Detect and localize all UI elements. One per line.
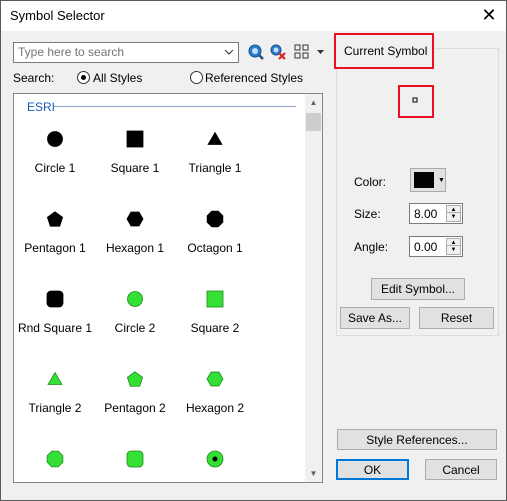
pentagon-symbol-icon (126, 371, 144, 387)
close-icon[interactable]: ✕ (478, 4, 500, 26)
search-scope-label: Search: (13, 71, 55, 85)
symbol-list[interactable]: ESRI Circle 1 Square 1 Triangle 1 Pentagon … (13, 93, 323, 483)
octagon-symbol-icon (206, 210, 224, 228)
circle-symbol-icon (127, 291, 143, 307)
symbol-item[interactable]: Circle 2 (95, 289, 175, 335)
size-value[interactable]: 8.00 (414, 207, 437, 221)
ok-button[interactable]: OK (336, 459, 409, 480)
roundsquare-symbol-icon (126, 450, 144, 468)
all-styles-radio[interactable] (77, 71, 90, 84)
symbol-item[interactable] (175, 449, 255, 469)
roundsquare-symbol-icon (46, 290, 64, 308)
current-symbol-title: Current Symbol (344, 44, 428, 58)
symbol-item[interactable] (15, 449, 95, 469)
size-stepper[interactable]: 8.00 ▲ ▼ (409, 203, 463, 224)
symbol-item[interactable]: Square 1 (95, 129, 175, 175)
color-swatch (414, 172, 434, 188)
circledot-symbol-icon (206, 450, 224, 468)
hexagon-symbol-icon (126, 211, 144, 227)
angle-stepper[interactable]: 0.00 ▲ ▼ (409, 236, 463, 257)
vertical-scrollbar[interactable]: ▲ ▼ (305, 94, 322, 482)
referenced-styles-label[interactable]: Referenced Styles (205, 71, 303, 85)
hexagon-symbol-icon (206, 371, 224, 387)
angle-label: Angle: (354, 240, 389, 254)
preview-symbol-icon (412, 97, 418, 103)
symbol-name: Triangle 1 (188, 161, 242, 175)
symbol-name: Square 1 (110, 161, 160, 175)
symbol-name: Rnd Square 1 (17, 321, 93, 335)
window-title: Symbol Selector (10, 8, 105, 23)
symbol-item[interactable]: Circle 1 (15, 129, 95, 175)
symbol-item[interactable]: Octagon 1 (175, 209, 255, 255)
octagon-symbol-icon (46, 450, 64, 468)
angle-value[interactable]: 0.00 (414, 240, 437, 254)
referenced-styles-radio[interactable] (190, 71, 203, 84)
symbol-item[interactable]: Rnd Square 1 (15, 289, 95, 335)
symbol-name: Circle 1 (34, 161, 76, 175)
category-header: ESRI (27, 100, 56, 114)
edit-symbol-button[interactable]: Edit Symbol... (371, 278, 465, 300)
scroll-down-icon[interactable]: ▼ (305, 465, 322, 482)
chevron-down-icon: ▼ (438, 177, 445, 184)
symbol-name: Octagon 1 (187, 241, 243, 255)
angle-decrement-icon[interactable]: ▼ (446, 245, 461, 255)
circle-symbol-icon (47, 131, 63, 147)
search-input[interactable] (16, 44, 220, 60)
symbol-name: Pentagon 1 (24, 241, 86, 255)
chevron-down-icon[interactable] (222, 45, 236, 60)
size-decrement-icon[interactable]: ▼ (446, 212, 461, 222)
scroll-thumb[interactable] (306, 113, 321, 131)
size-label: Size: (354, 207, 381, 221)
current-symbol-title-box: Current Symbol (334, 33, 434, 69)
all-styles-label[interactable]: All Styles (93, 71, 142, 85)
symbol-name: Pentagon 2 (104, 401, 166, 415)
symbol-name: Hexagon 2 (185, 401, 245, 415)
square-symbol-icon (126, 130, 144, 148)
color-picker-button[interactable]: ▼ (410, 168, 446, 192)
symbol-preview (398, 85, 434, 118)
view-options-dropdown-icon[interactable] (316, 48, 325, 56)
symbol-item[interactable]: Square 2 (175, 289, 255, 335)
symbol-item[interactable] (95, 449, 175, 469)
search-combobox[interactable] (13, 42, 239, 63)
symbol-item[interactable]: Pentagon 1 (15, 209, 95, 255)
scroll-up-icon[interactable]: ▲ (305, 94, 322, 111)
symbol-name: Square 2 (190, 321, 240, 335)
search-icon[interactable] (247, 43, 265, 61)
title-bar: Symbol Selector ✕ (1, 1, 506, 31)
color-label: Color: (354, 175, 387, 189)
symbol-selector-dialog: Symbol Selector ✕ Search: All Styles Ref… (0, 0, 507, 501)
symbol-name: Circle 2 (114, 321, 156, 335)
symbol-name: Hexagon 1 (105, 241, 165, 255)
category-divider (54, 106, 296, 107)
symbol-item[interactable]: Pentagon 2 (95, 369, 175, 415)
clear-search-icon[interactable] (269, 43, 287, 61)
symbol-item[interactable]: Hexagon 1 (95, 209, 175, 255)
cancel-button[interactable]: Cancel (425, 459, 497, 480)
symbol-item[interactable]: Triangle 1 (175, 129, 255, 175)
save-as-button[interactable]: Save As... (340, 307, 410, 329)
symbol-name: Triangle 2 (28, 401, 82, 415)
square-symbol-icon (206, 290, 224, 308)
style-references-button[interactable]: Style References... (337, 429, 497, 450)
triangle-symbol-icon (207, 131, 223, 145)
reset-button[interactable]: Reset (419, 307, 494, 329)
pentagon-symbol-icon (46, 211, 64, 227)
grid-view-icon[interactable] (293, 43, 311, 61)
triangle-symbol-icon (47, 371, 63, 385)
symbol-item[interactable]: Hexagon 2 (175, 369, 255, 415)
symbol-item[interactable]: Triangle 2 (15, 369, 95, 415)
